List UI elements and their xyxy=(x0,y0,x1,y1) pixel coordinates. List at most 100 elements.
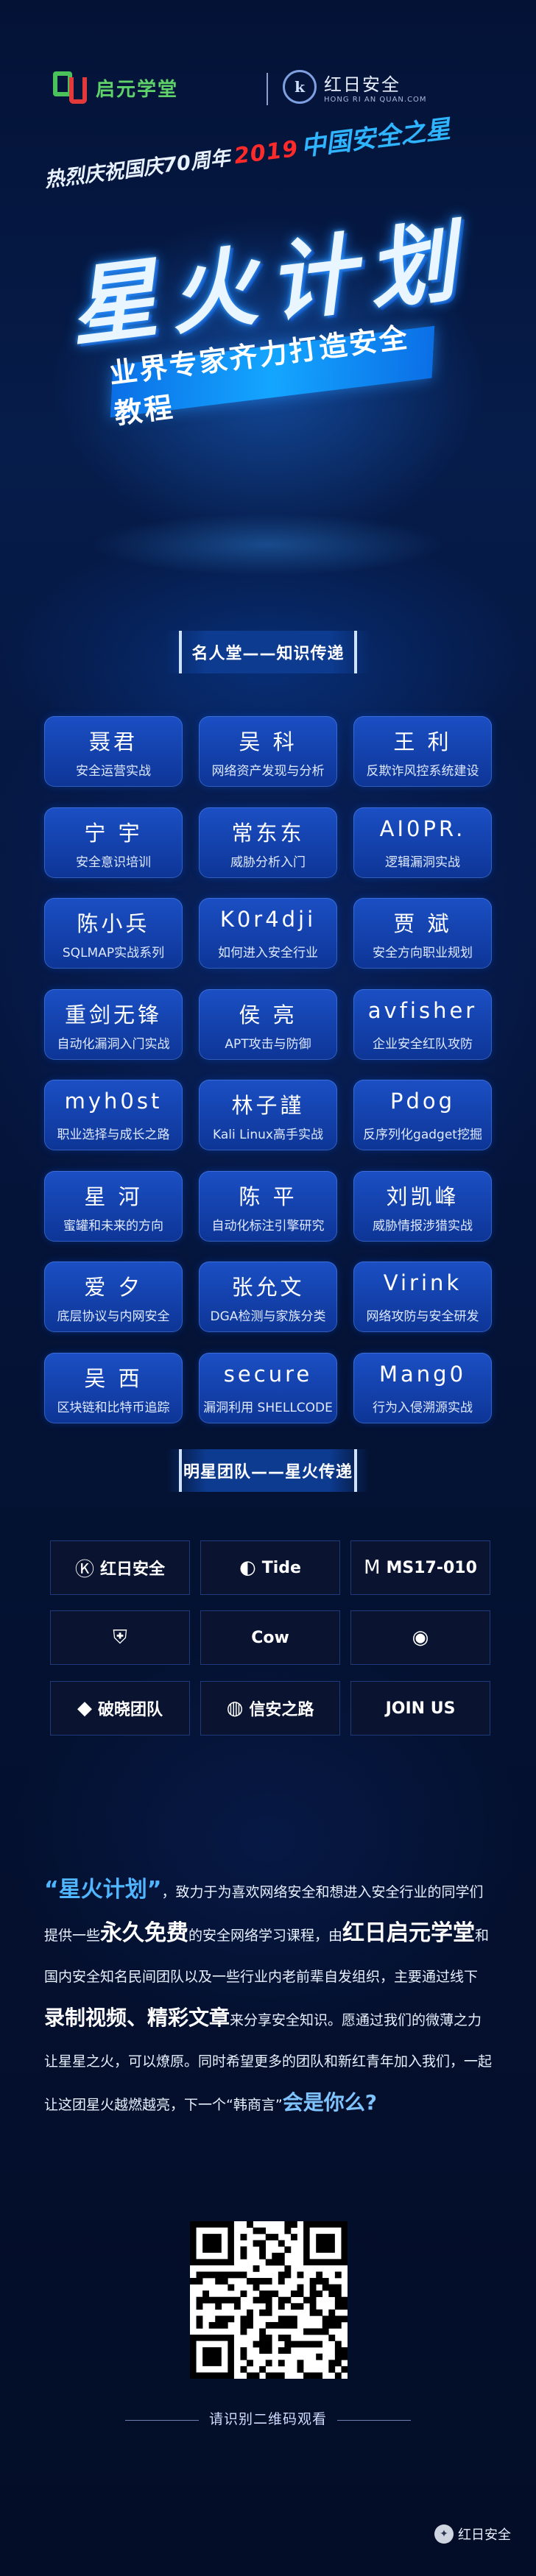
expert-card[interactable]: 宁 宇安全意识培训 xyxy=(44,807,183,878)
ms17-logo-icon: M xyxy=(364,1557,381,1579)
expert-card[interactable]: 王 利反欺诈风控系统建设 xyxy=(353,716,492,787)
team-logo-tile[interactable]: ◆ 破晓团队 xyxy=(50,1681,190,1735)
expert-name: 侯 亮 xyxy=(239,1002,297,1027)
expert-card[interactable]: 常东东 威胁分析入门 xyxy=(199,807,337,878)
expert-name: Pdog xyxy=(389,1089,456,1114)
intro-highlight-free: 永久免费 xyxy=(100,1920,189,1946)
expert-topic: APT攻击与防御 xyxy=(225,1037,311,1052)
expert-name: 贾 斌 xyxy=(393,911,452,936)
expert-topic: 自动化漏洞入门实战 xyxy=(57,1037,170,1052)
team-name: 破晓团队 xyxy=(97,1701,163,1719)
teams-section-title: 明星团队——星火传递 xyxy=(183,1463,353,1482)
experts-section-title: 名人堂——知识传递 xyxy=(191,645,345,663)
expert-card[interactable]: avfisher 企业安全红队攻防 xyxy=(353,989,492,1060)
intro-highlight-org: 红日启元学堂 xyxy=(342,1920,476,1946)
hongri-logo-name: 红日安全 xyxy=(324,74,401,95)
expert-topic: 企业安全红队攻防 xyxy=(373,1037,473,1052)
expert-card[interactable]: 陈 平自动化标注引擎研究 xyxy=(199,1171,337,1242)
expert-name: 陈 平 xyxy=(239,1184,297,1209)
expert-name: 吴 西 xyxy=(84,1366,143,1391)
expert-name: myh0st xyxy=(64,1089,163,1114)
watermark-label: 红日安全 xyxy=(458,2527,511,2543)
expert-card[interactable]: Virink 网络攻防与安全研发 xyxy=(353,1262,492,1332)
team-logo-tile[interactable]: ◍ 信安之路 xyxy=(200,1681,340,1735)
team-name: 红日安全 xyxy=(100,1560,166,1579)
pxiao-logo-icon: ◆ xyxy=(77,1697,92,1719)
expert-name: 重剑无锋 xyxy=(64,1002,162,1027)
qr-code-image xyxy=(190,2221,348,2379)
expert-name: AI0PR. xyxy=(379,816,466,841)
expert-name: 宁 宇 xyxy=(84,821,143,846)
expert-name: secure xyxy=(223,1362,313,1387)
expert-topic: 安全意识培训 xyxy=(76,855,151,870)
expert-card[interactable]: AI0PR. 逻辑漏洞实战 xyxy=(353,807,492,878)
expert-card[interactable]: 吴 科网络资产发现与分析 xyxy=(199,716,337,787)
expert-card[interactable]: 刘凯峰 威胁情报涉猎实战 xyxy=(353,1171,492,1242)
team-logo-tile[interactable]: M MS17-010 xyxy=(350,1540,490,1595)
expert-card[interactable]: K0r4dji 如何进入安全行业 xyxy=(199,898,337,969)
expert-topic: 反序列化gadget挖掘 xyxy=(363,1128,482,1142)
expert-topic: 自动化标注引擎研究 xyxy=(211,1219,325,1234)
team-name: JOIN US xyxy=(385,1699,456,1718)
expert-card[interactable]: 爱 夕底层协议与内网安全 xyxy=(44,1262,183,1332)
expert-topic: 漏洞利用 SHELLCODE xyxy=(203,1401,333,1415)
seal-logo-icon: ◉ xyxy=(412,1627,429,1649)
expert-card[interactable]: 贾 斌安全方向职业规划 xyxy=(353,898,492,969)
shield-logo-icon: ⛨ xyxy=(113,1626,127,1649)
expert-card[interactable]: 陈小兵 SQLMAP实战系列 xyxy=(44,898,183,969)
hongri-logo: k 红日安全 HONG RI AN QUAN.COM xyxy=(283,70,427,104)
expert-card[interactable]: Pdog 反序列化gadget挖掘 xyxy=(353,1080,492,1150)
expert-card[interactable]: 聂君 安全运营实战 xyxy=(44,716,183,787)
banner-glow xyxy=(0,456,536,604)
team-logo-tile[interactable]: ◐ Tide xyxy=(200,1540,340,1595)
qr-caption-row: 请识别二维码观看 xyxy=(0,2408,536,2428)
expert-card[interactable]: 侯 亮 APT攻击与防御 xyxy=(199,989,337,1060)
expert-card[interactable]: 林子謹 Kali Linux高手实战 xyxy=(199,1080,337,1150)
team-name: 信安之路 xyxy=(249,1701,314,1719)
intro-cta: 会是你么? xyxy=(282,2090,377,2115)
intro-paragraph: “星火计划”，致力于为喜欢网络安全和想进入安全行业的同学们提供一些永久免费的安全… xyxy=(44,1869,495,2126)
expert-name: 刘凯峰 xyxy=(386,1184,459,1209)
expert-topic: 蜜罐和未来的方向 xyxy=(63,1219,163,1234)
expert-card[interactable]: Mang0 行为入侵溯源实战 xyxy=(353,1353,492,1423)
expert-topic: 网络资产发现与分析 xyxy=(211,764,325,779)
expert-name: Virink xyxy=(383,1270,462,1295)
qiyuan-logo-icon xyxy=(53,70,88,105)
intro-text-2: 的安全网络学习课程，由 xyxy=(188,1928,343,1944)
intro-highlight-video: 录制视频、精彩文章 xyxy=(44,2006,230,2030)
qr-code[interactable] xyxy=(190,2221,348,2379)
expert-name: 常东东 xyxy=(231,821,305,846)
expert-topic: SQLMAP实战系列 xyxy=(62,946,165,960)
expert-topic: 行为入侵溯源实战 xyxy=(373,1401,473,1415)
watermark: ✦ 红日安全 xyxy=(434,2524,511,2544)
expert-card[interactable]: myh0st 职业选择与成长之路 xyxy=(44,1080,183,1150)
team-logo-tile[interactable]: Cow xyxy=(200,1610,340,1665)
expert-topic: 网络攻防与安全研发 xyxy=(366,1309,479,1324)
qr-caption: 请识别二维码观看 xyxy=(208,2411,327,2427)
expert-topic: 威胁分析入门 xyxy=(230,855,306,870)
expert-card[interactable]: 张允文 DGA检测与家族分类 xyxy=(199,1262,337,1332)
team-logo-tile[interactable]: ⛨ xyxy=(50,1610,190,1665)
expert-card[interactable]: secure 漏洞利用 SHELLCODE xyxy=(199,1353,337,1423)
team-logo-tile[interactable]: JOIN US xyxy=(350,1681,490,1735)
expert-name: 林子謹 xyxy=(231,1093,305,1118)
expert-topic: 安全运营实战 xyxy=(76,764,151,779)
hongri-logo-url: HONG RI AN QUAN.COM xyxy=(324,96,427,104)
expert-name: 张允文 xyxy=(231,1275,305,1300)
expert-name: 爱 夕 xyxy=(84,1275,143,1300)
qiyuan-logo: 启元学堂 xyxy=(53,70,178,105)
expert-card[interactable]: 重剑无锋自动化漏洞入门实战 xyxy=(44,989,183,1060)
team-name: Cow xyxy=(251,1628,289,1647)
expert-name: avfisher xyxy=(367,998,478,1023)
team-logo-tile[interactable]: ◉ xyxy=(350,1610,490,1665)
teams-section-header: 明星团队——星火传递 xyxy=(166,1449,370,1492)
team-name: MS17-010 xyxy=(386,1558,477,1577)
expert-card[interactable]: 星 河蜜罐和未来的方向 xyxy=(44,1171,183,1242)
team-logo-tile[interactable]: Ⓚ 红日安全 xyxy=(50,1540,190,1595)
expert-topic: 逻辑漏洞实战 xyxy=(385,855,460,870)
expert-name: 王 利 xyxy=(393,729,452,754)
tide-logo-icon: ◐ xyxy=(239,1557,256,1579)
expert-card[interactable]: 吴 西区块链和比特币追踪 xyxy=(44,1353,183,1423)
expert-name: Mang0 xyxy=(378,1362,467,1387)
hongri-logo-icon: k xyxy=(283,70,317,104)
